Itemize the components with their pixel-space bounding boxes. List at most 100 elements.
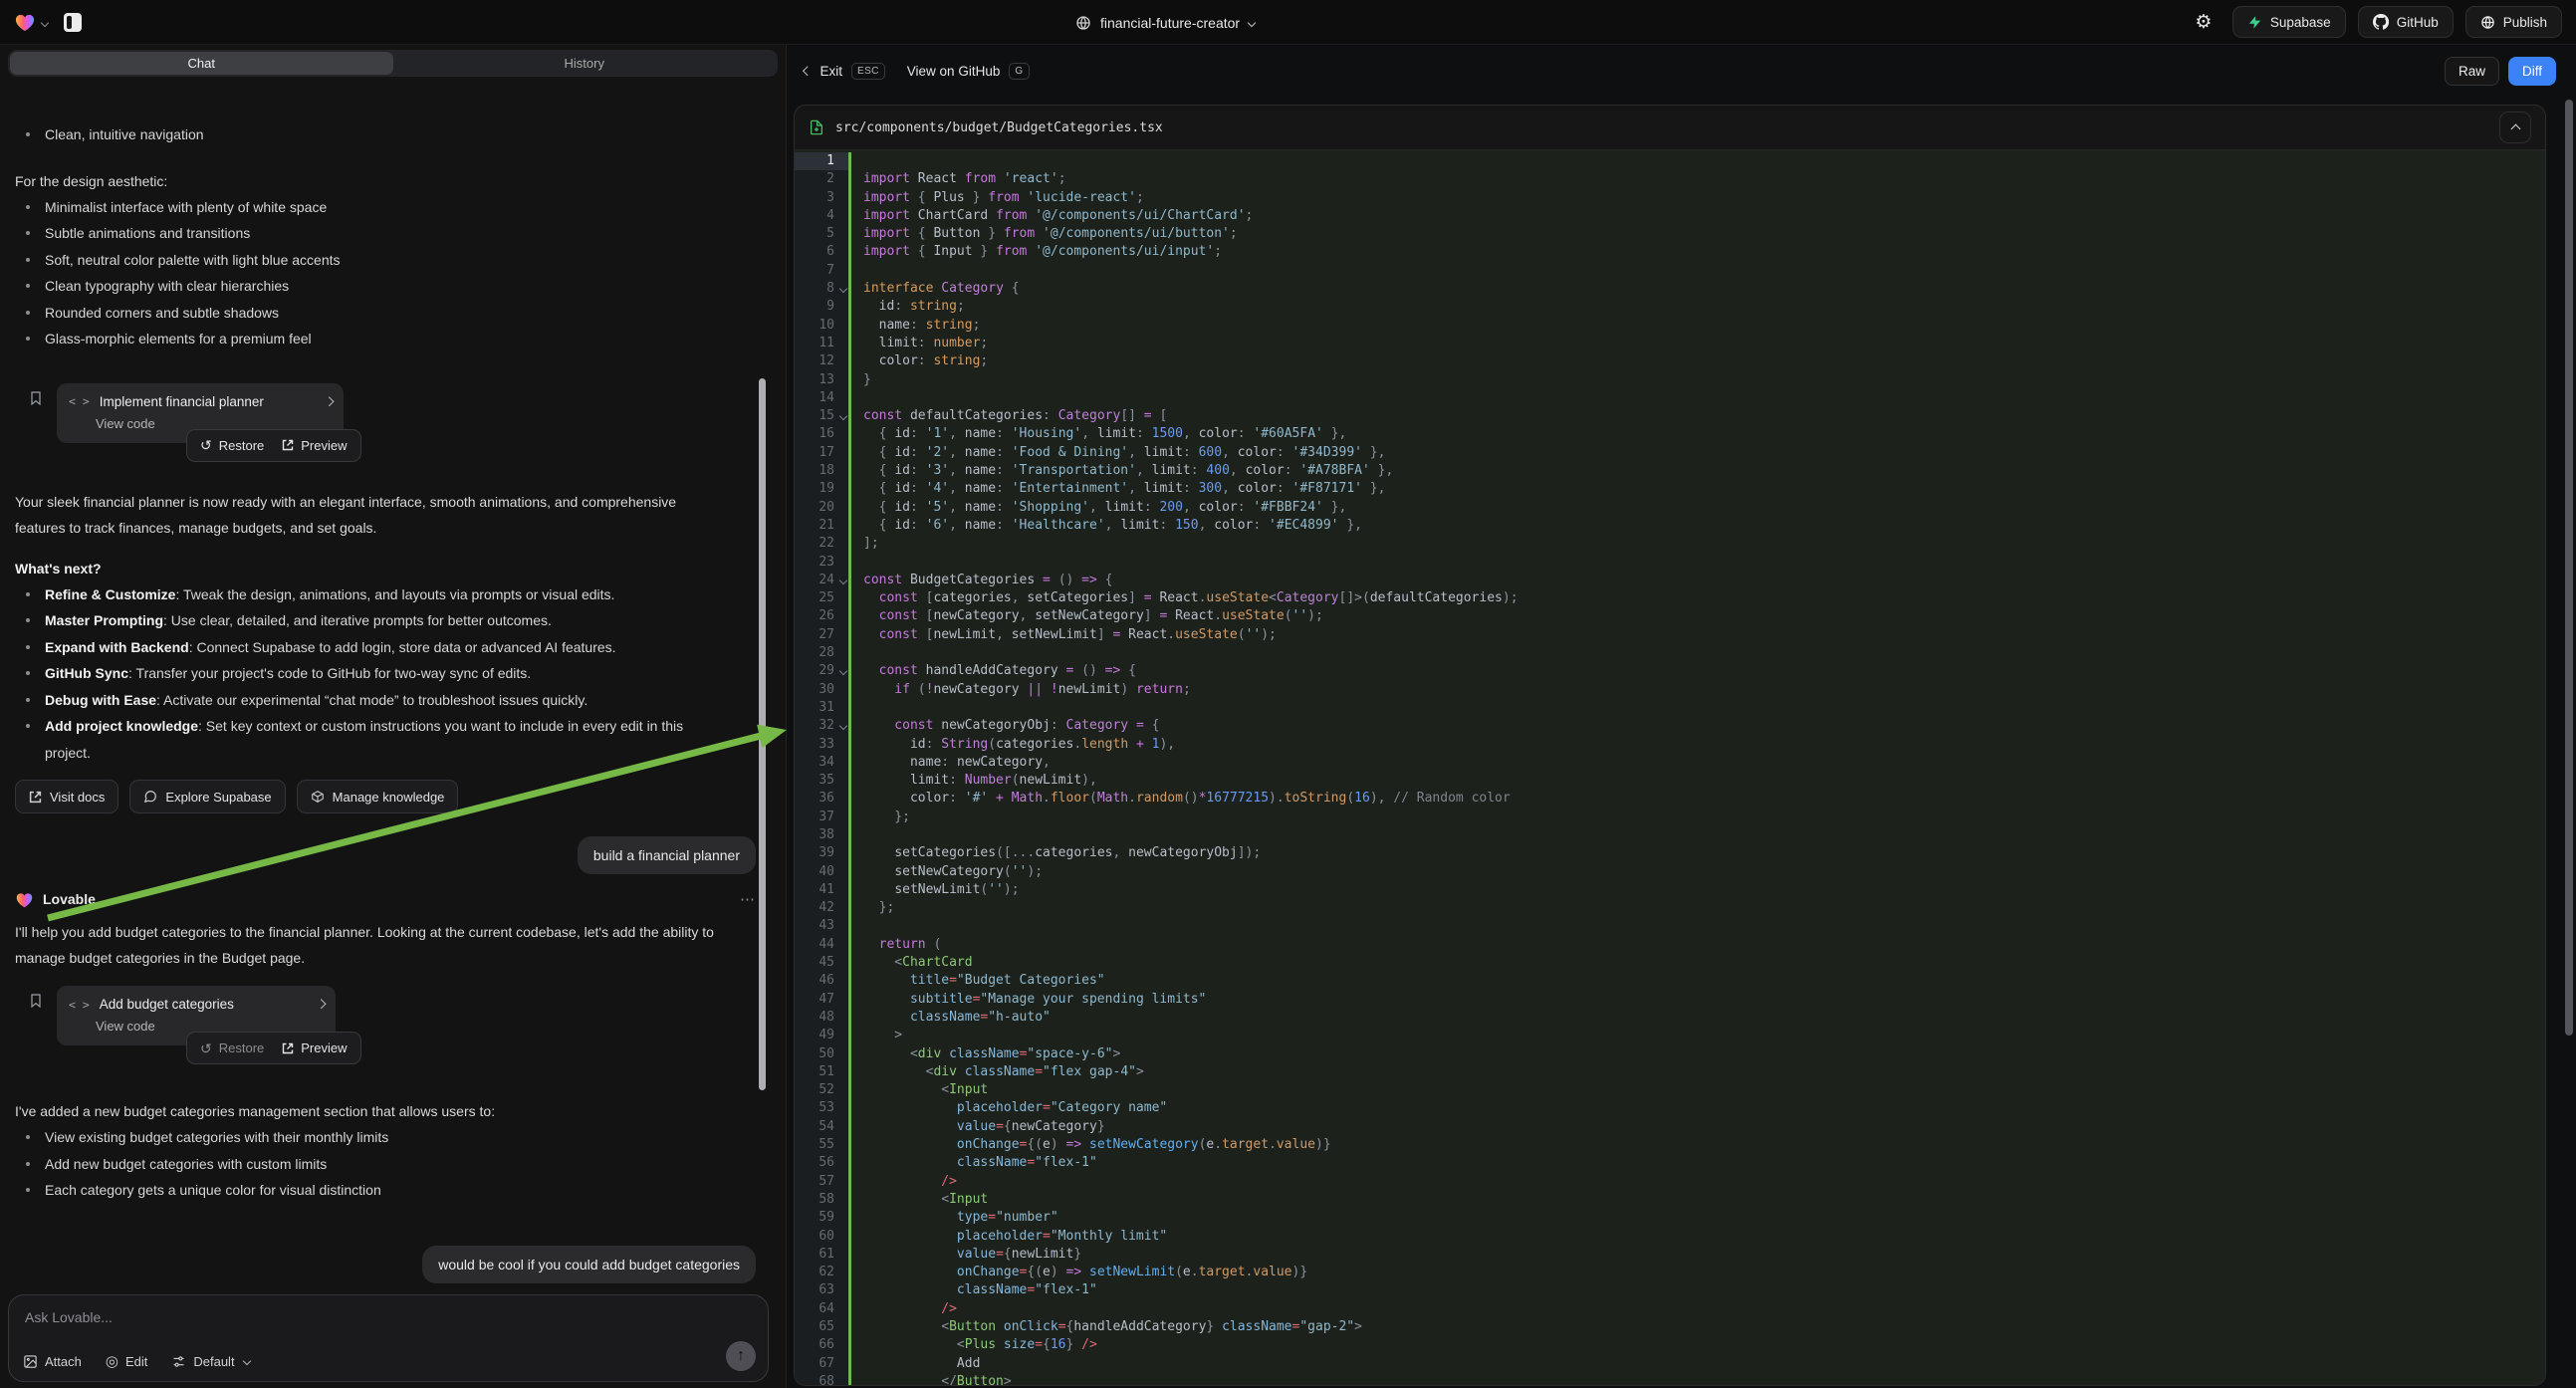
github-icon bbox=[2373, 14, 2389, 30]
arrow-up-icon: ↑ bbox=[737, 1347, 745, 1365]
line-number: 8 bbox=[795, 280, 848, 298]
code-line: 51 <div className="flex gap-4"> bbox=[795, 1063, 2545, 1081]
code-line: 23 bbox=[795, 554, 2545, 572]
code-line: 27 const [newLimit, setNewLimit] = React… bbox=[795, 626, 2545, 644]
line-number: 20 bbox=[795, 499, 848, 517]
code-line: 42 }; bbox=[795, 899, 2545, 917]
line-number: 7 bbox=[795, 262, 848, 280]
version-card-body[interactable]: < > Implement financial planner View cod… bbox=[57, 383, 344, 443]
code-scrollbar[interactable] bbox=[2565, 100, 2573, 1036]
raw-toggle-button[interactable]: Raw bbox=[2445, 57, 2499, 86]
code-line: 29 const handleAddCategory = () => { bbox=[795, 662, 2545, 680]
code-line: 50 <div className="space-y-6"> bbox=[795, 1045, 2545, 1063]
message-menu-icon[interactable]: ⋯ bbox=[740, 890, 756, 908]
esc-kbd-badge: esc bbox=[851, 63, 885, 80]
publish-label: Publish bbox=[2503, 15, 2547, 30]
code-line: 14 bbox=[795, 389, 2545, 407]
next-step-item: Master Prompting: Use clear, detailed, a… bbox=[15, 607, 717, 634]
manage-knowledge-button[interactable]: Manage knowledge bbox=[297, 780, 459, 813]
code-line: 53 placeholder="Category name" bbox=[795, 1099, 2545, 1117]
restore-button[interactable]: ↺Restore bbox=[200, 438, 264, 453]
code-line: 19 { id: '4', name: 'Entertainment', lim… bbox=[795, 480, 2545, 498]
line-number: 68 bbox=[795, 1373, 848, 1385]
line-number: 29 bbox=[795, 662, 848, 680]
code-line: 7 bbox=[795, 262, 2545, 280]
code-area[interactable]: 12import React from 'react';3import { Pl… bbox=[795, 150, 2545, 1385]
exit-button[interactable]: Exit esc bbox=[805, 63, 885, 80]
line-number: 6 bbox=[795, 243, 848, 261]
preview-button[interactable]: Preview bbox=[282, 1041, 347, 1055]
line-number: 47 bbox=[795, 991, 848, 1009]
line-number: 23 bbox=[795, 554, 848, 572]
file-header[interactable]: src/components/budget/BudgetCategories.t… bbox=[795, 106, 2545, 150]
lovable-avatar-icon bbox=[15, 891, 34, 908]
restore-button[interactable]: ↺Restore bbox=[200, 1041, 264, 1055]
assistant-name: Lovable bbox=[43, 891, 96, 907]
code-line: 35 limit: Number(newLimit), bbox=[795, 772, 2545, 790]
target-icon: ◎ bbox=[106, 1352, 118, 1370]
line-number: 43 bbox=[795, 917, 848, 935]
chevron-down-icon bbox=[242, 1357, 250, 1365]
github-button[interactable]: GitHub bbox=[2358, 6, 2454, 38]
chat-scrollbar[interactable] bbox=[759, 378, 766, 1090]
code-line: 68 </Button> bbox=[795, 1373, 2545, 1385]
send-button[interactable]: ↑ bbox=[726, 1341, 756, 1371]
code-line: 13} bbox=[795, 371, 2545, 389]
attach-button[interactable]: Attach bbox=[23, 1354, 82, 1369]
line-number: 56 bbox=[795, 1154, 848, 1172]
supabase-button[interactable]: Supabase bbox=[2232, 6, 2346, 38]
prompt-input[interactable] bbox=[23, 1307, 708, 1345]
logo-menu-chevron-icon[interactable] bbox=[42, 13, 48, 31]
mode-select[interactable]: Default bbox=[171, 1354, 249, 1369]
bookmark-icon[interactable] bbox=[28, 389, 44, 443]
bookmark-icon[interactable] bbox=[28, 992, 44, 1045]
version-actions-pill: ↺Restore Preview bbox=[186, 1032, 361, 1064]
sidebar-toggle-button[interactable] bbox=[58, 7, 88, 37]
fold-chevron-icon[interactable] bbox=[839, 667, 847, 675]
code-line: 34 name: newCategory, bbox=[795, 754, 2545, 772]
publish-button[interactable]: Publish bbox=[2465, 6, 2562, 38]
tab-history[interactable]: History bbox=[393, 52, 777, 75]
line-number: 59 bbox=[795, 1209, 848, 1227]
package-icon bbox=[311, 790, 325, 804]
code-line: 21 { id: '6', name: 'Healthcare', limit:… bbox=[795, 517, 2545, 535]
code-line: 36 color: '#' + Math.floor(Math.random()… bbox=[795, 790, 2545, 808]
sliders-icon bbox=[171, 1354, 186, 1369]
visit-docs-button[interactable]: Visit docs bbox=[15, 780, 118, 813]
bullet-item: Each category gets a unique color for vi… bbox=[15, 1177, 722, 1204]
line-number: 2 bbox=[795, 170, 848, 188]
version-card-body[interactable]: < > Add budget categories View code ↺Res… bbox=[57, 986, 336, 1045]
fold-chevron-icon[interactable] bbox=[839, 722, 847, 730]
code-line: 5import { Button } from '@/components/ui… bbox=[795, 225, 2545, 243]
tab-chat[interactable]: Chat bbox=[10, 52, 393, 75]
added-bullet-list: View existing budget categories with the… bbox=[15, 1124, 722, 1204]
chat-scroll-area[interactable]: Clean, intuitive navigation For the desi… bbox=[0, 121, 786, 1288]
sidebar-toggle-icon bbox=[64, 13, 82, 32]
fold-chevron-icon[interactable] bbox=[839, 412, 847, 420]
line-number: 35 bbox=[795, 772, 848, 790]
external-link-icon bbox=[282, 1042, 294, 1054]
project-switcher[interactable]: financial-future-creator bbox=[1075, 0, 1255, 45]
line-number: 18 bbox=[795, 462, 848, 480]
lovable-logo-icon[interactable] bbox=[14, 12, 36, 32]
explore-supabase-button[interactable]: Explore Supabase bbox=[129, 780, 285, 813]
line-number: 54 bbox=[795, 1118, 848, 1136]
diff-toggle-button[interactable]: Diff bbox=[2508, 57, 2556, 86]
code-line: 9 id: string; bbox=[795, 298, 2545, 316]
fold-chevron-icon[interactable] bbox=[839, 285, 847, 293]
code-line: 8interface Category { bbox=[795, 280, 2545, 298]
preview-button[interactable]: Preview bbox=[282, 438, 347, 453]
code-icon: < > bbox=[69, 998, 90, 1012]
line-number: 10 bbox=[795, 317, 848, 335]
code-line: 11 limit: number; bbox=[795, 335, 2545, 352]
view-on-github-button[interactable]: View on GitHub G bbox=[907, 63, 1030, 80]
code-line: 63 className="flex-1" bbox=[795, 1281, 2545, 1299]
settings-button[interactable]: ⚙ bbox=[2187, 5, 2221, 39]
code-line: 4import ChartCard from '@/components/ui/… bbox=[795, 207, 2545, 225]
line-number: 58 bbox=[795, 1191, 848, 1209]
code-line: 3import { Plus } from 'lucide-react'; bbox=[795, 189, 2545, 207]
edit-mode-button[interactable]: ◎ Edit bbox=[106, 1352, 148, 1370]
collapse-file-button[interactable] bbox=[2499, 112, 2531, 143]
fold-chevron-icon[interactable] bbox=[839, 577, 847, 584]
bullet-item: Rounded corners and subtle shadows bbox=[15, 300, 722, 327]
